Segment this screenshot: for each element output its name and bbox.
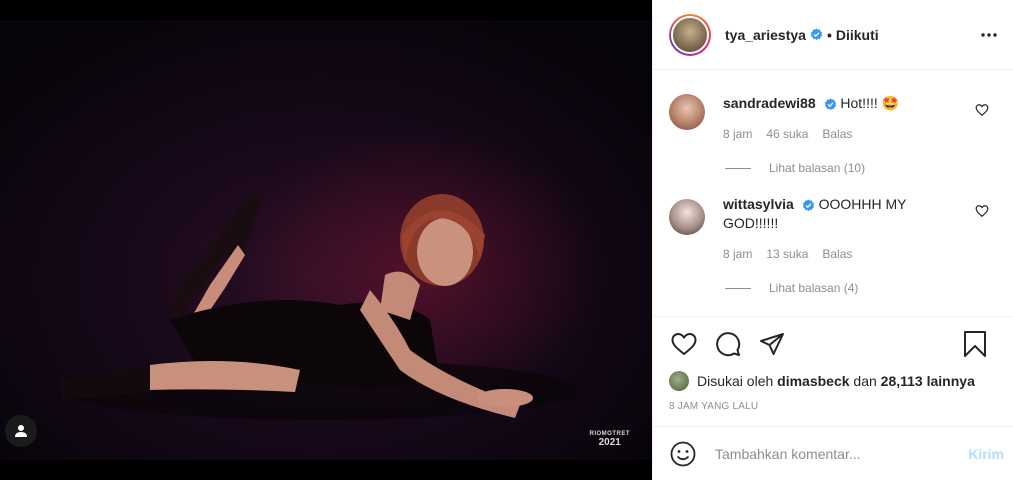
likes-prefix: Disukai oleh bbox=[697, 373, 774, 389]
view-replies-label: Lihat balasan (10) bbox=[769, 161, 866, 175]
comment-item: wittasylvia OOOHHH MY GOD!!!!!! 8 jam 13… bbox=[669, 175, 997, 261]
verified-badge-icon bbox=[810, 28, 823, 41]
follow-status-button[interactable]: Diikuti bbox=[836, 27, 879, 43]
likes-conjunction: dan bbox=[853, 373, 877, 389]
heart-icon bbox=[671, 332, 697, 356]
comment-meta: 8 jam 13 suka Balas bbox=[723, 247, 963, 261]
comment-time[interactable]: 8 jam bbox=[723, 247, 752, 261]
send-paper-plane-icon bbox=[760, 333, 784, 355]
likes-summary: Disukai oleh dimasbeck dan 28,113 lainny… bbox=[669, 371, 998, 391]
comment-input[interactable] bbox=[715, 445, 955, 462]
comments-list: sandradewi88 Hot!!!! 🤩 8 jam 46 suka Bal… bbox=[653, 70, 1013, 316]
post-photo[interactable]: RIOMOTRET 2021 bbox=[0, 20, 652, 460]
commenter-avatar[interactable] bbox=[669, 94, 705, 130]
comment-time[interactable]: 8 jam bbox=[723, 127, 752, 141]
comment-username[interactable]: wittasylvia bbox=[723, 196, 794, 212]
share-button[interactable] bbox=[757, 329, 787, 359]
save-button[interactable] bbox=[960, 329, 990, 359]
watermark-year: 2021 bbox=[598, 437, 621, 448]
smiley-icon bbox=[670, 441, 696, 466]
comment-body: wittasylvia OOOHHH MY GOD!!!!!! 8 jam 13… bbox=[723, 195, 963, 261]
comment-button[interactable] bbox=[713, 329, 743, 359]
comment-username[interactable]: sandradewi88 bbox=[723, 95, 816, 111]
author-info: tya_ariestya • Diikuti bbox=[725, 27, 879, 43]
comment-body: sandradewi88 Hot!!!! 🤩 8 jam 46 suka Bal… bbox=[723, 94, 963, 141]
add-comment-bar: Kirim bbox=[653, 426, 1013, 480]
replies-divider-line bbox=[725, 167, 751, 169]
author-username[interactable]: tya_ariestya bbox=[725, 27, 806, 43]
verified-badge-icon bbox=[824, 98, 836, 110]
post-comment-button[interactable]: Kirim bbox=[968, 446, 1004, 462]
comment-item: sandradewi88 Hot!!!! 🤩 8 jam 46 suka Bal… bbox=[669, 70, 997, 141]
comment-like-count[interactable]: 13 suka bbox=[766, 247, 808, 261]
emoji-button[interactable] bbox=[669, 440, 697, 468]
comment-meta: 8 jam 46 suka Balas bbox=[723, 127, 963, 141]
comment-text-line: wittasylvia OOOHHH MY GOD!!!!!! bbox=[723, 195, 963, 233]
tagged-users-button[interactable] bbox=[5, 415, 37, 447]
comment-text-line: sandradewi88 Hot!!!! 🤩 bbox=[723, 94, 963, 113]
like-comment-heart-icon[interactable] bbox=[975, 103, 989, 117]
view-replies-button[interactable]: Lihat balasan (4) bbox=[725, 281, 997, 295]
likes-count-button[interactable]: 28,113 lainnya bbox=[881, 373, 975, 389]
reply-button[interactable]: Balas bbox=[822, 127, 852, 141]
author-avatar-image bbox=[671, 15, 709, 54]
replies-divider-line bbox=[725, 287, 751, 289]
like-button[interactable] bbox=[669, 329, 699, 359]
verified-badge-icon bbox=[802, 199, 814, 211]
header-separator: • bbox=[826, 26, 832, 43]
post-side-panel: tya_ariestya • Diikuti sandradewi88 Hot!… bbox=[652, 0, 1013, 480]
bookmark-icon bbox=[964, 331, 986, 357]
comment-content: Hot!!!! 🤩 bbox=[840, 95, 900, 111]
post-timestamp[interactable]: 8 JAM YANG LALU bbox=[669, 401, 998, 412]
post-header: tya_ariestya • Diikuti bbox=[653, 0, 1013, 70]
author-avatar[interactable] bbox=[669, 13, 711, 56]
comment-like-count[interactable]: 46 suka bbox=[766, 127, 808, 141]
action-icon-row bbox=[669, 317, 998, 371]
commenter-avatar[interactable] bbox=[669, 199, 705, 235]
reply-button[interactable]: Balas bbox=[822, 247, 852, 261]
post-media-area: RIOMOTRET 2021 bbox=[0, 0, 652, 480]
view-replies-button[interactable]: Lihat balasan (10) bbox=[725, 161, 997, 175]
liker-avatar[interactable] bbox=[669, 371, 689, 391]
more-options-icon[interactable] bbox=[977, 23, 1001, 47]
like-comment-heart-icon[interactable] bbox=[975, 204, 989, 218]
photo-figure-illustration bbox=[60, 190, 580, 420]
post-actions: Disukai oleh dimasbeck dan 28,113 lainny… bbox=[653, 316, 1013, 412]
liker-username[interactable]: dimasbeck bbox=[777, 373, 849, 389]
view-replies-label: Lihat balasan (4) bbox=[769, 281, 859, 295]
user-icon bbox=[15, 425, 27, 437]
comment-bubble-icon bbox=[716, 332, 741, 357]
photographer-watermark: RIOMOTRET 2021 bbox=[590, 431, 631, 448]
